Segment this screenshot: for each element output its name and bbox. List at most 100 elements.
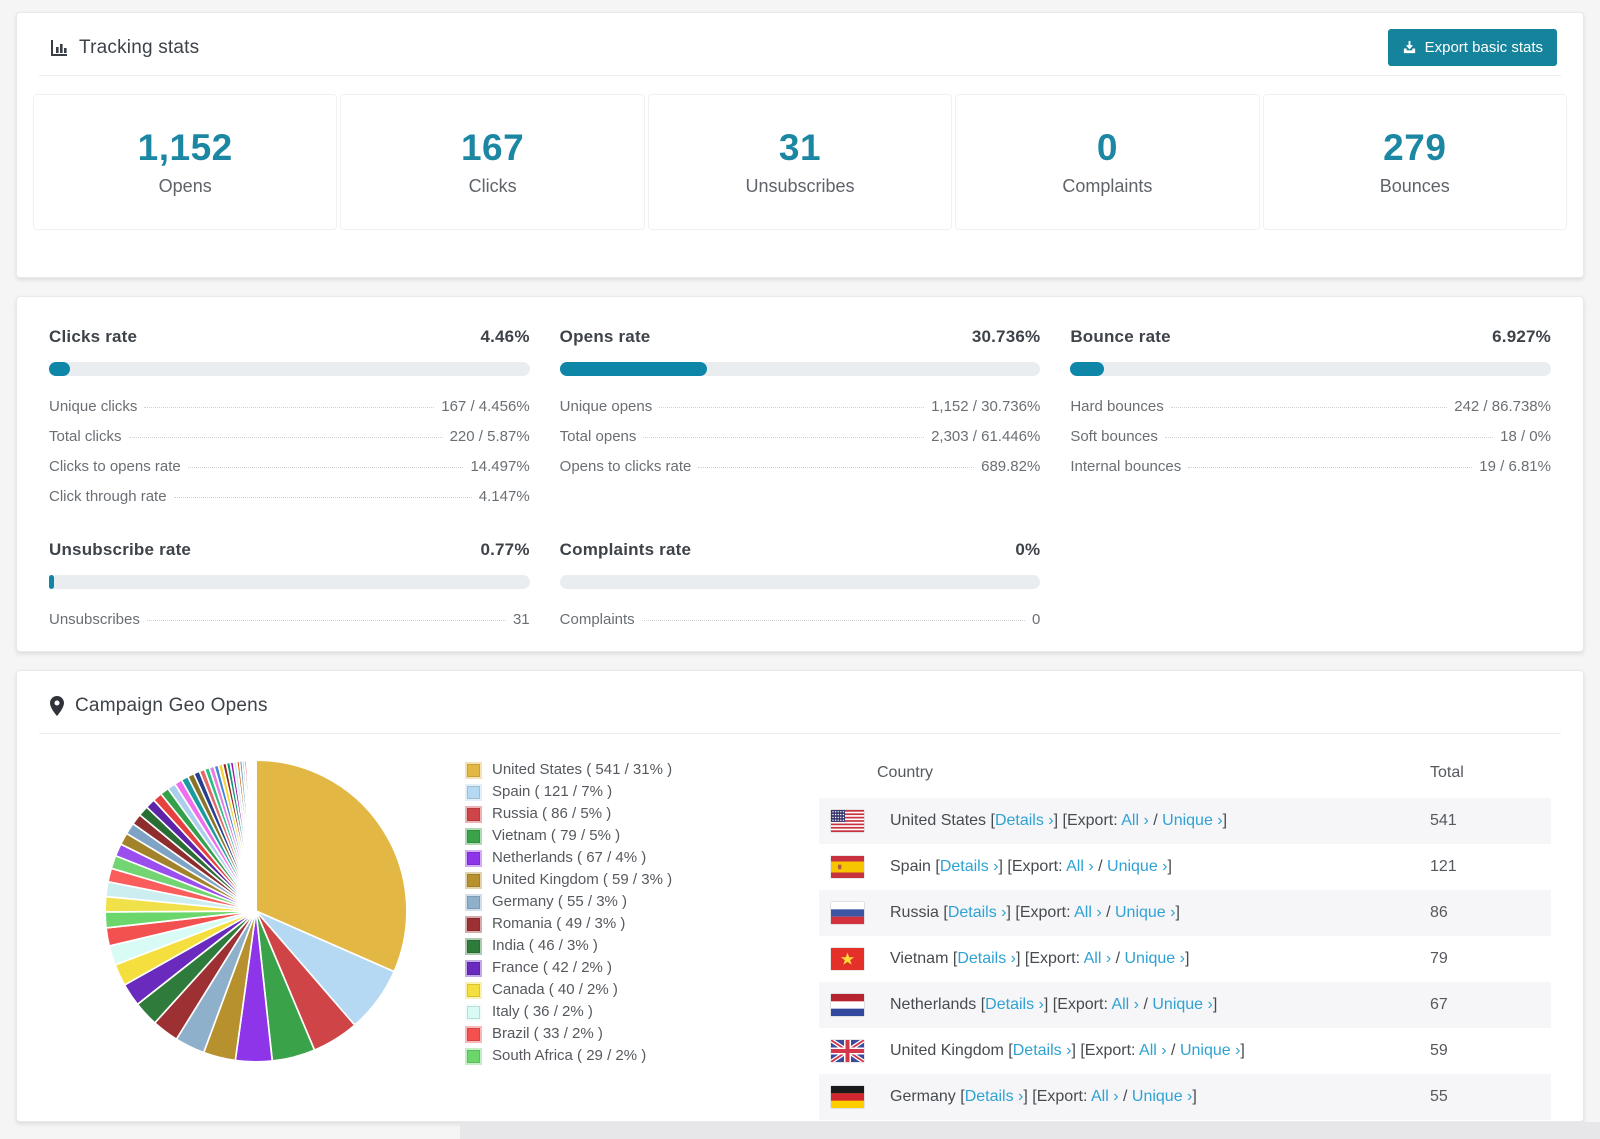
legend-label: Netherlands ( 67 / 4% ) bbox=[492, 849, 647, 866]
export-icon bbox=[1402, 40, 1417, 55]
country-name: Netherlands bbox=[890, 996, 981, 1013]
legend-swatch bbox=[465, 849, 482, 867]
stat-row-label: Total opens bbox=[559, 428, 637, 445]
legend-item: France ( 42 / 2% ) bbox=[465, 958, 771, 978]
stat-row-value: 19 / 6.81% bbox=[1479, 458, 1551, 475]
stat-row-value: 220 / 5.87% bbox=[449, 428, 530, 445]
legend-item: United Kingdom ( 59 / 3% ) bbox=[465, 870, 771, 890]
rate-progress-track bbox=[49, 362, 530, 376]
details-link[interactable]: Details › bbox=[948, 904, 1007, 921]
export-all-link[interactable]: All › bbox=[1139, 1042, 1167, 1059]
stat-row-label: Complaints bbox=[559, 611, 635, 628]
stat-row: Total opens 2,303 / 61.446% bbox=[560, 422, 1041, 452]
geo-table-row-es: Spain [Details ›] [Export: All › / Uniqu… bbox=[819, 844, 1551, 890]
export-all-link[interactable]: All › bbox=[1084, 950, 1112, 967]
rate-section-unsubscribe-rate: Unsubscribe rate 0.77% Unsubscribes 31 bbox=[49, 540, 530, 635]
details-link[interactable]: Details › bbox=[1013, 1042, 1072, 1059]
bracket: ] bbox=[1184, 950, 1190, 967]
export-all-link[interactable]: All › bbox=[1111, 996, 1139, 1013]
flag-cell bbox=[819, 798, 878, 844]
dotted-leader bbox=[187, 467, 464, 468]
rate-head: Complaints rate 0% bbox=[560, 540, 1041, 560]
details-link[interactable]: Details › bbox=[995, 812, 1054, 829]
pie-slice-other-38[interactable] bbox=[254, 759, 257, 912]
stat-row-label: Unsubscribes bbox=[49, 611, 140, 628]
stat-row-value: 1,152 / 30.736% bbox=[931, 398, 1041, 415]
slash: / bbox=[1139, 996, 1153, 1013]
legend-label: France ( 42 / 2% ) bbox=[492, 959, 613, 976]
bracket: ] bbox=[1192, 1088, 1197, 1105]
dotted-leader bbox=[173, 497, 472, 498]
country-cell: Germany [Details ›] [Export: All › / Uni… bbox=[878, 1074, 1429, 1120]
dotted-leader bbox=[643, 437, 925, 438]
export-prefix: Export: bbox=[1011, 858, 1067, 875]
export-basic-stats-button[interactable]: Export basic stats bbox=[1387, 29, 1557, 66]
legend-label: India ( 46 / 3% ) bbox=[492, 937, 598, 954]
slash: / bbox=[1093, 858, 1108, 875]
tracking-stats-header: Tracking stats Export basic stats bbox=[17, 13, 1583, 75]
export-all-link[interactable]: All › bbox=[1074, 904, 1102, 921]
rate-progress-track bbox=[49, 575, 530, 589]
bracket: ] [ bbox=[1023, 1088, 1037, 1105]
stat-row: Internal bounces 19 / 6.81% bbox=[1070, 452, 1551, 482]
stat-row-label: Clicks to opens rate bbox=[49, 458, 181, 475]
export-prefix: Export: bbox=[1084, 1042, 1140, 1059]
details-link[interactable]: Details › bbox=[957, 950, 1016, 967]
legend-item: Italy ( 36 / 2% ) bbox=[465, 1002, 771, 1022]
stat-label: Opens bbox=[158, 176, 212, 196]
export-unique-link[interactable]: Unique › bbox=[1132, 1088, 1192, 1105]
legend-swatch bbox=[465, 1047, 482, 1065]
rate-rows: Unique clicks 167 / 4.456% Total clicks 220… bbox=[49, 392, 530, 512]
country-cell: Russia [Details ›] [Export: All › / Uniq… bbox=[878, 890, 1429, 936]
flag-cell bbox=[819, 1028, 878, 1074]
details-link[interactable]: Details › bbox=[985, 996, 1044, 1013]
export-unique-link[interactable]: Unique › bbox=[1107, 858, 1167, 875]
bracket: ] bbox=[1212, 996, 1218, 1013]
geo-opens-card: Campaign Geo Opens United States ( 541 /… bbox=[16, 670, 1584, 1122]
country-cell: United States [Details ›] [Export: All ›… bbox=[878, 798, 1429, 844]
dotted-leader bbox=[641, 620, 1025, 621]
slash: / bbox=[1101, 904, 1115, 921]
legend-swatch bbox=[465, 915, 482, 933]
legend-label: South Africa ( 29 / 2% ) bbox=[492, 1047, 647, 1064]
stat-label: Complaints bbox=[1062, 176, 1153, 196]
details-link[interactable]: Details › bbox=[940, 858, 999, 875]
horizontal-scrollbar-track[interactable] bbox=[460, 1122, 1600, 1139]
stat-row: Opens to clicks rate 689.82% bbox=[560, 452, 1041, 482]
export-unique-link[interactable]: Unique › bbox=[1180, 1042, 1240, 1059]
details-link[interactable]: Details › bbox=[965, 1088, 1024, 1105]
stat-row: Soft bounces 18 / 0% bbox=[1070, 422, 1551, 452]
legend-label: Romania ( 49 / 3% ) bbox=[492, 915, 626, 932]
export-all-link[interactable]: All › bbox=[1066, 858, 1094, 875]
rate-title: Opens rate bbox=[559, 327, 651, 346]
flag-ru-icon bbox=[831, 902, 864, 924]
flag-us-icon bbox=[831, 810, 864, 832]
export-all-link[interactable]: All › bbox=[1091, 1088, 1119, 1105]
stat-row: Unique opens 1,152 / 30.736% bbox=[560, 392, 1041, 422]
export-prefix: Export: bbox=[1036, 1088, 1091, 1105]
bracket: ] bbox=[1175, 904, 1180, 921]
export-unique-link[interactable]: Unique › bbox=[1125, 950, 1185, 967]
geo-table-row-us: United States [Details ›] [Export: All ›… bbox=[819, 798, 1551, 844]
rate-head: Bounce rate 6.927% bbox=[1070, 327, 1551, 347]
stat-row: Clicks to opens rate 14.497% bbox=[49, 452, 530, 482]
legend-item: Brazil ( 33 / 2% ) bbox=[465, 1024, 771, 1044]
stat-row-label: Click through rate bbox=[49, 488, 167, 505]
export-unique-link[interactable]: Unique › bbox=[1152, 996, 1212, 1013]
export-unique-link[interactable]: Unique › bbox=[1162, 812, 1222, 829]
stat-row: Complaints 0 bbox=[560, 605, 1041, 635]
export-all-link[interactable]: All › bbox=[1121, 812, 1149, 829]
legend-swatch bbox=[465, 893, 482, 911]
export-prefix: Export: bbox=[1029, 950, 1084, 967]
rate-progress-fill bbox=[559, 362, 708, 376]
export-basic-stats-label: Export basic stats bbox=[1424, 39, 1543, 56]
stat-row-label: Soft bounces bbox=[1070, 428, 1158, 445]
stat-row-label: Internal bounces bbox=[1070, 458, 1182, 475]
export-unique-link[interactable]: Unique › bbox=[1115, 904, 1175, 921]
stat-row: Click through rate 4.147% bbox=[49, 482, 530, 512]
flag-cell bbox=[819, 890, 878, 936]
bar-chart-icon bbox=[49, 38, 69, 58]
stat-row-value: 18 / 0% bbox=[1500, 428, 1551, 445]
stat-row-value: 0 bbox=[1031, 611, 1041, 628]
legend-label: Vietnam ( 79 / 5% ) bbox=[492, 827, 621, 844]
